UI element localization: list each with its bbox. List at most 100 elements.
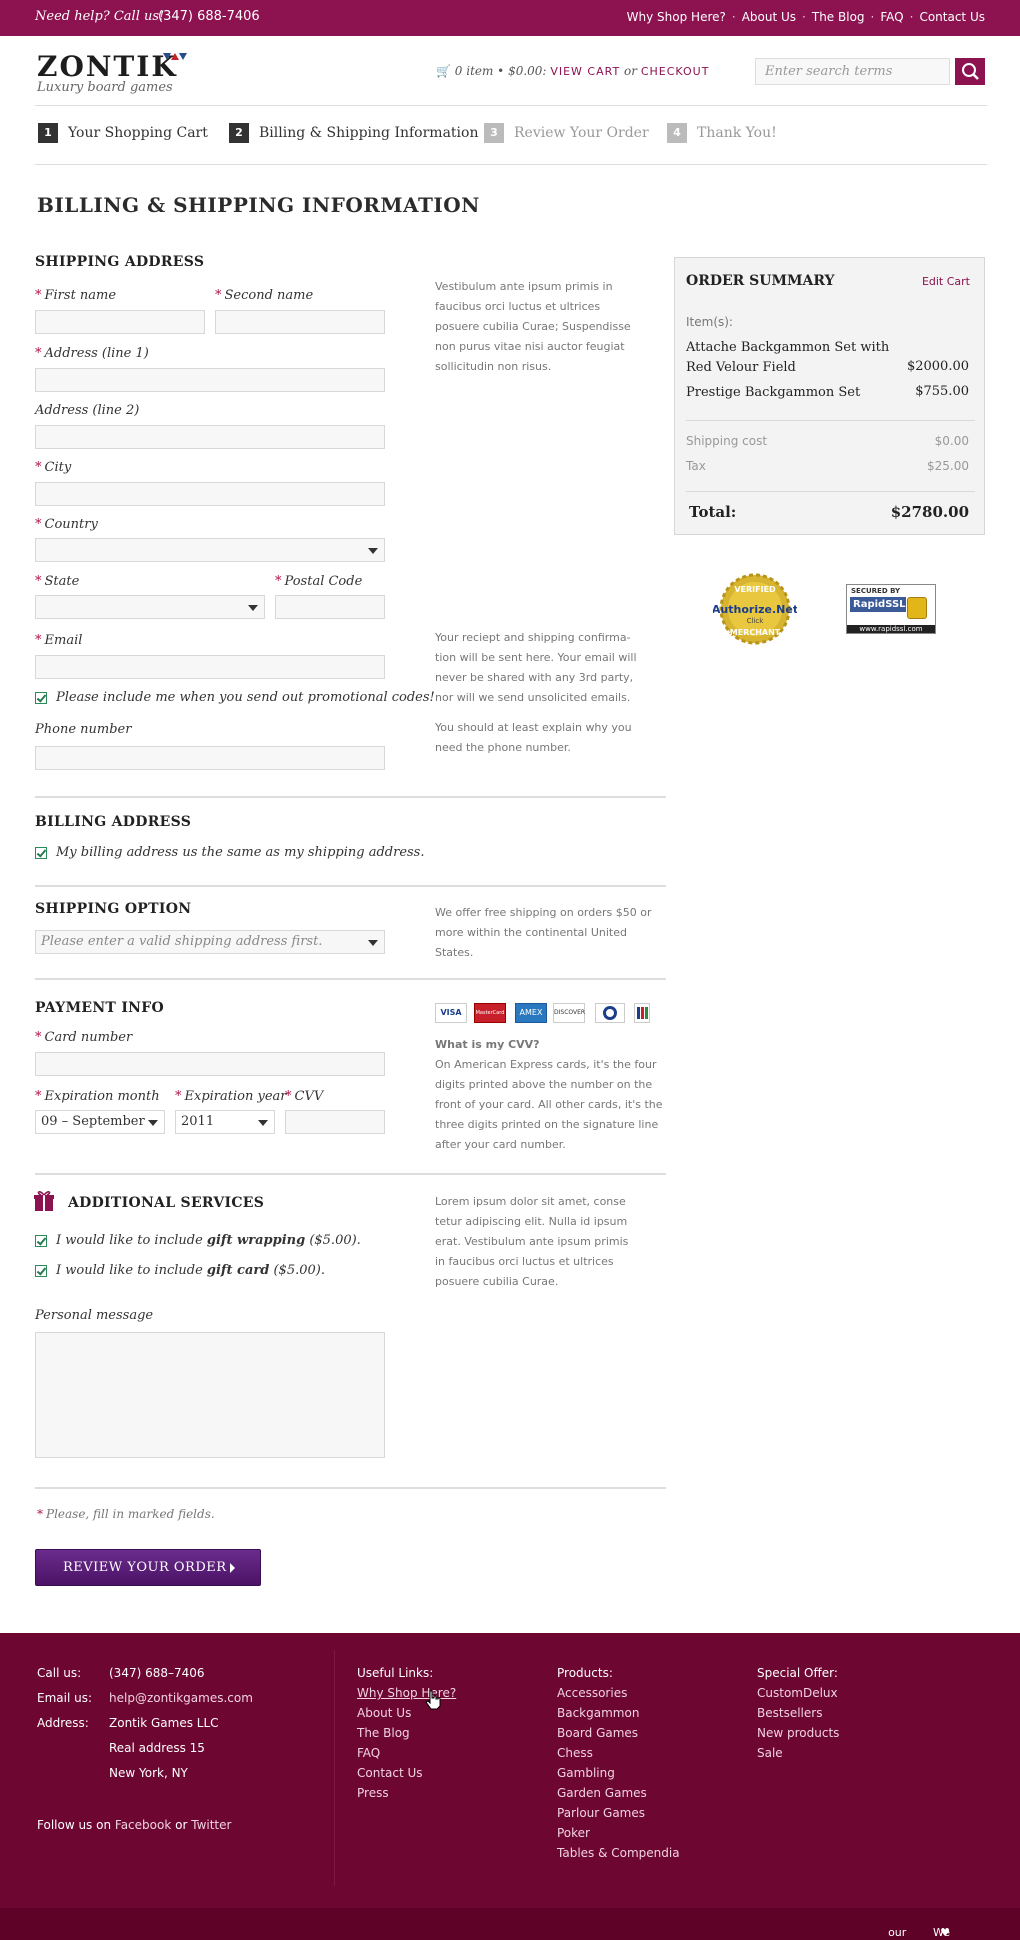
total-label: Total: xyxy=(689,503,737,521)
cvv-help-note: On American Express cards, it's the four… xyxy=(435,1058,663,1151)
summary-item-price: $2000.00 xyxy=(906,359,969,374)
footer-product-link[interactable]: Chess xyxy=(557,1743,680,1763)
special-offer-title: Special Offer: xyxy=(757,1666,838,1680)
card-number-field[interactable] xyxy=(35,1052,385,1076)
footer-product-link[interactable]: Gambling xyxy=(557,1763,680,1783)
address1-field[interactable] xyxy=(35,368,385,392)
footer-product-link[interactable]: Tables & Compendia xyxy=(557,1843,680,1863)
header-divider xyxy=(35,105,987,106)
card-number-label: * Card number xyxy=(35,1030,133,1045)
section-divider xyxy=(35,978,666,980)
payment-info-title: PAYMENT INFO xyxy=(35,1000,165,1016)
state-select[interactable] xyxy=(35,595,265,619)
footer-link-the-blog[interactable]: The Blog xyxy=(357,1723,456,1743)
city-label: * City xyxy=(35,460,72,475)
second-name-field[interactable] xyxy=(215,310,385,334)
search-input[interactable]: Enter search terms xyxy=(755,58,950,85)
twitter-link[interactable]: Twitter xyxy=(191,1818,231,1832)
additional-services-title: ADDITIONAL SERVICES xyxy=(68,1195,265,1211)
footer-link-why-shop-here[interactable]: Why Shop Here? xyxy=(357,1683,456,1703)
footer-email-link[interactable]: help@zontikgames.com xyxy=(109,1688,253,1708)
shipping-option-note: We offer free shipping on orders $50 or … xyxy=(435,906,652,959)
state-label: * State xyxy=(35,574,80,589)
step-review: 3 Review Your Order xyxy=(484,123,649,143)
authorize-merchant-text: MERCHANT xyxy=(730,628,781,637)
email-note: Your reciept and shipping confirma-tion … xyxy=(435,631,637,704)
cvv-label: * CVV xyxy=(285,1089,324,1104)
steps-divider xyxy=(35,164,987,165)
footer-link-press[interactable]: Press xyxy=(357,1783,456,1803)
authorize-net-badge[interactable]: VERIFIED Authorize.Net Click MERCHANT xyxy=(712,573,798,648)
order-summary: ORDER SUMMARY Edit Cart Item(s): Attache… xyxy=(674,257,985,535)
footer-product-link[interactable]: Poker xyxy=(557,1823,680,1843)
search-button[interactable] xyxy=(955,58,985,85)
address1-label: * Address (line 1) xyxy=(35,346,149,361)
billing-same-checkbox[interactable] xyxy=(35,847,47,859)
footer-offer-link[interactable]: CustomDelux xyxy=(757,1683,839,1703)
exp-year-label: * Expiration year xyxy=(175,1089,287,1104)
tax-value: $25.00 xyxy=(927,459,969,473)
country-select[interactable] xyxy=(35,538,385,562)
postal-code-field[interactable] xyxy=(275,595,385,619)
rapidssl-badge[interactable]: SECURED BY RapidSSL www.rapidssl.com xyxy=(846,584,936,634)
gift-wrapping-label: I would like to include gift wrapping ($… xyxy=(56,1233,361,1248)
padlock-icon xyxy=(907,597,927,619)
nav-faq[interactable]: FAQ xyxy=(880,10,903,24)
phone-field[interactable] xyxy=(35,746,385,770)
exp-month-select[interactable]: 09 – September xyxy=(35,1110,165,1134)
facebook-link[interactable]: Facebook xyxy=(115,1818,171,1832)
footer-link-faq[interactable]: FAQ xyxy=(357,1743,456,1763)
authorize-verified-text: VERIFIED xyxy=(734,585,776,594)
gift-icon xyxy=(34,1191,54,1211)
postal-code-label: * Postal Code xyxy=(275,574,363,589)
personal-message-textarea[interactable] xyxy=(35,1332,385,1458)
address2-field[interactable] xyxy=(35,425,385,449)
footer-link-about-us[interactable]: About Us xyxy=(357,1703,456,1723)
footer-product-link[interactable]: Parlour Games xyxy=(557,1803,680,1823)
nav-about-us[interactable]: About Us xyxy=(742,10,796,24)
nav-why-shop-here[interactable]: Why Shop Here? xyxy=(627,10,726,24)
billing-same-label: My billing address us the same as my shi… xyxy=(56,845,425,860)
shipping-option-select[interactable]: Please enter a valid shipping address fi… xyxy=(35,930,385,954)
cvv-field[interactable] xyxy=(285,1110,385,1134)
hand-cursor-icon xyxy=(425,1690,441,1710)
special-offer-links: Special Offer: CustomDelux Bestsellers N… xyxy=(757,1663,839,1763)
email-field[interactable] xyxy=(35,655,385,679)
step-cart[interactable]: 1 Your Shopping Cart xyxy=(38,123,208,143)
promo-checkbox[interactable] xyxy=(35,692,47,704)
footer-product-link[interactable]: Board Games xyxy=(557,1723,680,1743)
search-icon xyxy=(962,63,979,80)
first-name-field[interactable] xyxy=(35,310,205,334)
footer-product-link[interactable]: Garden Games xyxy=(557,1783,680,1803)
cart-icon[interactable]: 🛒 xyxy=(436,64,451,78)
summary-item-name: Attache Backgammon Set with Red Velour F… xyxy=(686,340,890,375)
personal-message-label: Personal message xyxy=(35,1308,154,1323)
gift-wrapping-checkbox[interactable] xyxy=(35,1235,47,1247)
footer-link-contact-us[interactable]: Contact Us xyxy=(357,1763,456,1783)
cart-summary: 🛒 0 item • $0.00: VIEW CART or CHECKOUT xyxy=(436,64,710,78)
city-field[interactable] xyxy=(35,482,385,506)
footer-product-link[interactable]: Accessories xyxy=(557,1683,680,1703)
gift-card-checkbox[interactable] xyxy=(35,1265,47,1277)
edit-cart-link[interactable]: Edit Cart xyxy=(922,275,970,288)
arrow-right-icon xyxy=(230,1563,235,1573)
footer-offer-link[interactable]: Bestsellers xyxy=(757,1703,839,1723)
view-cart-link[interactable]: VIEW CART xyxy=(550,65,620,78)
checkout-link[interactable]: CHECKOUT xyxy=(641,65,710,78)
footer-offer-link[interactable]: Sale xyxy=(757,1743,839,1763)
summary-item-name: Prestige Backgammon Set xyxy=(686,385,861,400)
footer-offer-link[interactable]: New products xyxy=(757,1723,839,1743)
tagline: Luxury board games xyxy=(37,80,173,95)
footer-call-label: Call us: xyxy=(37,1666,82,1680)
step-thank-you: 4 Thank You! xyxy=(667,123,777,143)
summary-item-price: $755.00 xyxy=(915,384,969,399)
footer-product-link[interactable]: Backgammon xyxy=(557,1703,680,1723)
exp-year-select[interactable]: 2011 xyxy=(175,1110,275,1134)
mastercard-icon: MasterCard xyxy=(474,1003,506,1023)
nav-the-blog[interactable]: The Blog xyxy=(812,10,865,24)
review-order-button[interactable]: REVIEW YOUR ORDER xyxy=(35,1549,261,1586)
nav-contact-us[interactable]: Contact Us xyxy=(919,10,985,24)
logo[interactable]: ZONTIK xyxy=(37,50,178,83)
second-name-label: * Second name xyxy=(215,288,314,303)
footer-address-line: Real address 15 xyxy=(109,1741,205,1755)
